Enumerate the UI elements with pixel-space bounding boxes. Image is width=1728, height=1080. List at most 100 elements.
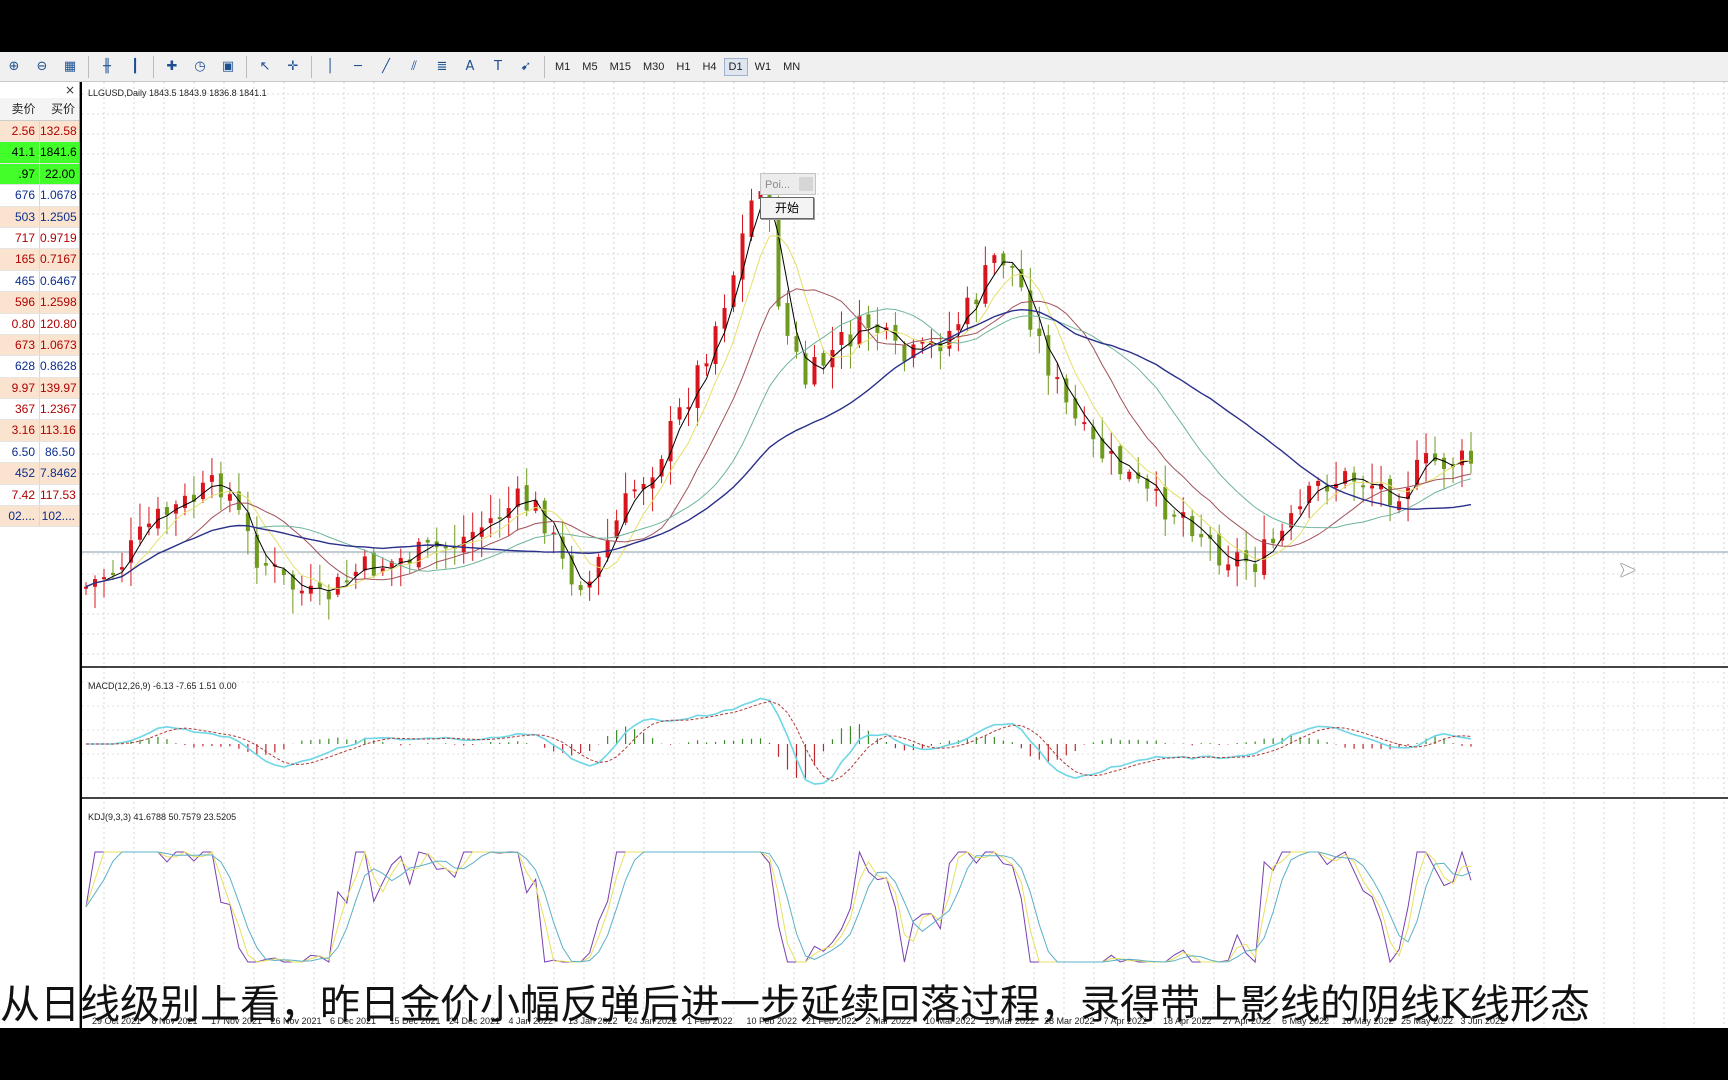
candle-body <box>164 507 169 516</box>
ask-price: 117.53 <box>40 487 76 502</box>
ask-price: 1.2505 <box>40 209 77 224</box>
poi-field[interactable]: Poi... <box>760 173 816 195</box>
timeframe-m5[interactable]: M5 <box>577 58 602 76</box>
toolbar-separator <box>544 55 545 78</box>
market-watch-row[interactable]: 41.1 1841.6 <box>0 142 79 164</box>
candle-body <box>371 552 376 576</box>
vertical-line-icon[interactable]: │ <box>319 56 341 78</box>
fibonacci-icon[interactable]: ≣ <box>431 56 453 78</box>
candle-body <box>443 546 448 549</box>
candle-body <box>578 585 583 591</box>
candle-body <box>569 555 574 585</box>
market-watch-row[interactable]: 3.16 113.16 <box>0 420 79 442</box>
bid-price: 7.42 <box>0 484 40 506</box>
crosshair-icon[interactable]: ✛ <box>282 56 304 78</box>
market-watch-row[interactable]: 2.56 132.58 <box>0 121 79 143</box>
start-button[interactable]: 开始 <box>760 197 814 219</box>
market-watch-row[interactable]: 465 0.6467 <box>0 270 79 293</box>
templates-icon[interactable]: ▣ <box>217 56 239 78</box>
bid-column-header[interactable]: 卖价 <box>0 98 40 120</box>
candle-body <box>497 517 502 520</box>
candle-body <box>992 255 997 263</box>
ask-price: 0.8628 <box>40 359 77 374</box>
timeframe-d1[interactable]: D1 <box>723 57 748 76</box>
cursor-icon[interactable]: ↖ <box>254 56 276 78</box>
candle-body <box>695 365 700 408</box>
candle-body <box>101 577 106 580</box>
market-watch-row[interactable]: 6.50 86.50 <box>0 441 79 464</box>
candle-body <box>1163 486 1168 520</box>
candle-body <box>983 265 988 304</box>
market-watch-row[interactable]: 9.97 139.97 <box>0 377 79 400</box>
text-icon[interactable]: A <box>459 56 481 78</box>
timeframe-w1[interactable]: W1 <box>750 58 777 76</box>
timeframe-m30[interactable]: M30 <box>638 58 669 76</box>
candle-body <box>1082 422 1087 425</box>
timeframe-m15[interactable]: M15 <box>605 58 636 76</box>
candle-body <box>902 345 907 362</box>
toolbar-separator <box>153 55 154 78</box>
candle-body <box>1217 533 1222 566</box>
zoom-in-icon[interactable]: ⊕ <box>3 56 25 78</box>
market-watch-row[interactable]: 165 0.7167 <box>0 249 79 271</box>
candle-chart-icon[interactable]: ┃ <box>124 56 146 78</box>
candle-body <box>1352 472 1357 482</box>
horizontal-line-icon[interactable]: ─ <box>347 56 369 78</box>
bid-price: 452 <box>0 463 40 484</box>
candle-body <box>119 567 124 570</box>
market-watch-row[interactable]: 717 0.9719 <box>0 227 79 250</box>
candle-body <box>560 536 565 559</box>
candle-body <box>1361 485 1366 488</box>
bid-price: 02.... <box>0 506 40 527</box>
market-watch-row[interactable]: 628 0.8628 <box>0 356 79 378</box>
ask-price: 0.7167 <box>40 252 77 267</box>
market-watch-row[interactable]: 0.80 120.80 <box>0 313 79 335</box>
candle-body <box>146 523 151 528</box>
timeframe-h1[interactable]: H1 <box>671 58 695 76</box>
candle-body <box>200 482 205 499</box>
bid-price: 503 <box>0 206 40 227</box>
trendline-icon[interactable]: ╱ <box>375 56 397 78</box>
ask-price: 120.80 <box>40 316 77 331</box>
chart-canvas[interactable]: 29 Oct 2021 8 Nov 2021 17 Nov 2021 26 Nov 2… <box>82 82 1728 1028</box>
zoom-out-icon[interactable]: ⊖ <box>31 56 53 78</box>
candle-body <box>776 209 781 307</box>
ask-column-header[interactable]: 买价 <box>40 98 80 120</box>
arrow-icon[interactable]: ➹ <box>515 56 537 78</box>
timeframe-h4[interactable]: H4 <box>697 58 721 76</box>
poi-toggle[interactable] <box>799 177 813 191</box>
candle-body <box>1154 488 1159 491</box>
text-label-icon[interactable]: T <box>487 56 509 78</box>
tile-icon[interactable]: ▦ <box>59 56 81 78</box>
market-watch-row[interactable]: 676 1.0678 <box>0 185 79 207</box>
market-watch-row[interactable]: 673 1.0673 <box>0 334 79 357</box>
clock-icon[interactable]: ◷ <box>189 56 211 78</box>
bid-price: .97 <box>0 163 40 185</box>
market-watch-row[interactable]: 596 1.2598 <box>0 292 79 314</box>
bar-chart-icon[interactable]: ╫ <box>96 56 118 78</box>
bid-price: 0.80 <box>0 313 40 334</box>
chart-window[interactable]: 29 Oct 2021 8 Nov 2021 17 Nov 2021 26 Nov 2… <box>82 82 1728 1028</box>
market-watch-row[interactable]: 367 1.2367 <box>0 399 79 421</box>
market-watch-row[interactable]: 503 1.2505 <box>0 206 79 228</box>
timeframe-mn[interactable]: MN <box>778 58 805 76</box>
symbol-label: LLGUSD,Daily 1843.5 1843.9 1836.8 1841.1 <box>88 88 267 98</box>
new-order-icon[interactable]: ✚ <box>161 56 183 78</box>
market-watch-row[interactable]: 7.42 117.53 <box>0 484 79 507</box>
candle-body <box>821 352 826 366</box>
candle-body <box>1271 538 1276 544</box>
market-watch-row[interactable]: .97 22.00 <box>0 163 79 186</box>
candle-body <box>362 556 367 571</box>
ask-price: 7.8462 <box>40 466 77 481</box>
timeframe-m1[interactable]: M1 <box>550 58 575 76</box>
candle-body <box>335 577 340 595</box>
candle-body <box>524 485 529 511</box>
channel-icon[interactable]: ⫽ <box>403 56 425 78</box>
market-watch-row[interactable]: 452 7.8462 <box>0 463 79 485</box>
ask-price: 102.... <box>41 509 75 524</box>
close-icon[interactable]: × <box>65 83 75 97</box>
toolbar-separator <box>246 55 247 78</box>
candle-body <box>605 540 610 558</box>
market-watch-row[interactable]: 02.... 102.... <box>0 506 79 528</box>
bid-price: 465 <box>0 270 40 292</box>
